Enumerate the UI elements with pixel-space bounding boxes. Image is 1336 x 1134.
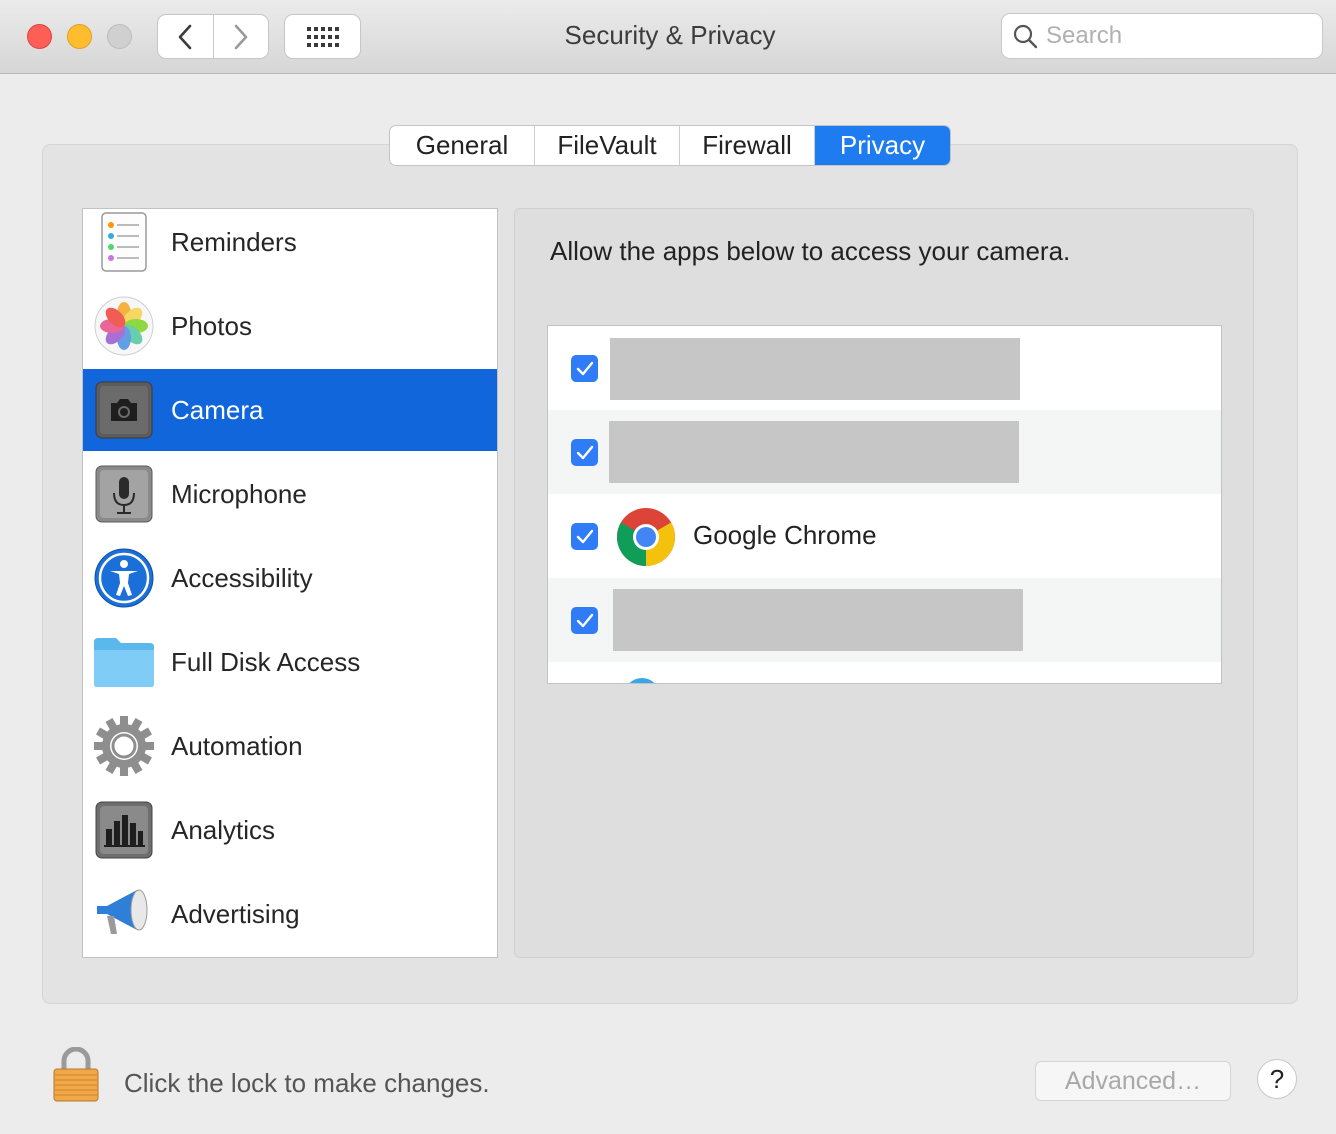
tab-privacy[interactable]: Privacy (814, 126, 950, 165)
tab-general[interactable]: General (390, 126, 534, 165)
sidebar-item-camera[interactable]: Camera (83, 369, 497, 451)
chevron-right-icon (234, 24, 248, 49)
app-checkbox[interactable] (571, 523, 598, 550)
analytics-icon (93, 799, 155, 861)
app-row-google-chrome[interactable]: Google Chrome (548, 494, 1221, 578)
search-field[interactable]: Search (1001, 13, 1323, 59)
window-title: Security & Privacy (564, 20, 776, 50)
help-button[interactable]: ? (1257, 1059, 1297, 1099)
sidebar-item-accessibility[interactable]: Accessibility (83, 537, 497, 619)
sidebar-item-label: Advertising (171, 898, 300, 929)
back-button[interactable] (158, 15, 213, 58)
navigation-buttons (157, 14, 269, 59)
sidebar-item-label: Photos (171, 310, 252, 341)
camera-icon (93, 379, 155, 441)
sidebar-item-label: Analytics (171, 814, 276, 845)
microphone-icon (93, 463, 155, 525)
app-row[interactable] (548, 410, 1221, 494)
sidebar-item-label: Full Disk Access (171, 646, 361, 677)
tab-filevault[interactable]: FileVault (534, 126, 679, 165)
checkmark-icon (576, 361, 593, 375)
checkmark-icon (576, 613, 593, 627)
privacy-category-list[interactable]: Reminders Photos Camera Microphone Acces… (82, 208, 498, 958)
app-row-partial[interactable] (548, 662, 1221, 683)
sidebar-item-label: Camera (171, 394, 264, 425)
search-placeholder: Search (1046, 22, 1123, 49)
sidebar-item-full-disk-access[interactable]: Full Disk Access (83, 621, 497, 703)
google-chrome-icon (617, 508, 675, 566)
tab-firewall[interactable]: Firewall (679, 126, 814, 165)
sidebar-item-microphone[interactable]: Microphone (83, 453, 497, 535)
app-checkbox[interactable] (571, 439, 598, 466)
checkmark-icon (576, 529, 593, 543)
search-icon (1013, 24, 1038, 49)
checkmark-icon (576, 445, 593, 459)
sidebar-item-photos[interactable]: Photos (83, 285, 497, 367)
advanced-button[interactable]: Advanced… (1035, 1061, 1231, 1101)
app-icon-partial (624, 678, 660, 683)
app-row[interactable] (548, 578, 1221, 662)
app-row[interactable] (548, 326, 1221, 410)
sidebar-item-reminders[interactable]: Reminders (83, 209, 497, 283)
megaphone-icon (93, 883, 155, 945)
chevron-left-icon (178, 24, 192, 49)
app-checkbox[interactable] (571, 607, 598, 634)
sidebar-item-label: Accessibility (171, 562, 313, 593)
sidebar-item-automation[interactable]: Automation (83, 705, 497, 787)
redacted-app-entry (609, 421, 1019, 483)
sidebar-item-advertising[interactable]: Advertising (83, 873, 497, 955)
app-permission-list[interactable]: Google Chrome (547, 325, 1222, 684)
lock-icon[interactable] (52, 1046, 100, 1108)
forward-button[interactable] (212, 15, 269, 58)
close-window-button[interactable] (27, 24, 52, 49)
lock-status-text: Click the lock to make changes. (124, 1068, 490, 1098)
sidebar-item-analytics[interactable]: Analytics (83, 789, 497, 871)
zoom-window-button[interactable] (107, 24, 132, 49)
sidebar-item-label: Automation (171, 730, 303, 761)
accessibility-icon (93, 547, 155, 609)
app-checkbox[interactable] (571, 355, 598, 382)
redacted-app-entry (613, 589, 1023, 651)
sidebar-item-label: Microphone (171, 478, 307, 509)
grid-icon (306, 26, 339, 47)
gear-icon (93, 715, 155, 777)
tab-bar: General FileVault Firewall Privacy (389, 125, 951, 166)
app-name: Google Chrome (693, 520, 877, 550)
title-bar: Security & Privacy Search (0, 0, 1336, 74)
camera-access-description: Allow the apps below to access your came… (550, 236, 1071, 266)
photos-icon (93, 295, 155, 357)
redacted-app-entry (610, 338, 1020, 400)
folder-icon (93, 631, 155, 693)
sidebar-item-label: Reminders (171, 226, 297, 257)
reminders-icon (93, 211, 155, 273)
minimize-window-button[interactable] (67, 24, 92, 49)
show-all-button[interactable] (284, 14, 361, 59)
